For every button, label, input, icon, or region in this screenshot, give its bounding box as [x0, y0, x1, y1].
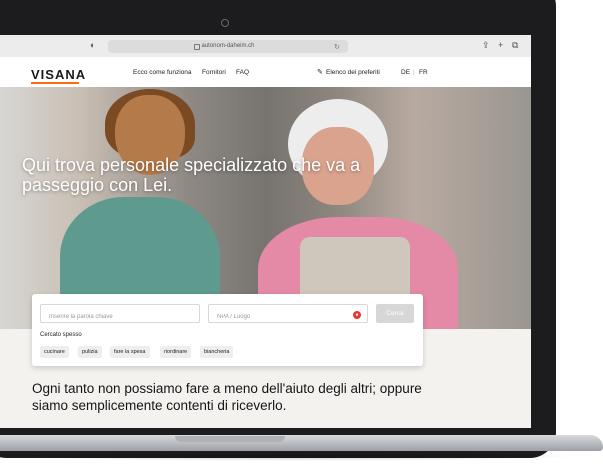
nav-link-how-it-works[interactable]: Ecco come funziona	[133, 69, 192, 76]
sidebar-icon[interactable]: ◐	[90, 40, 95, 50]
lang-divider: |	[413, 69, 415, 76]
lang-de[interactable]: DE	[401, 69, 410, 76]
tag-shopping[interactable]: fare la spesa	[110, 346, 150, 358]
nav-link-faq[interactable]: FAQ	[236, 69, 249, 76]
new-tab-icon[interactable]: +	[498, 40, 503, 50]
hero-image: Qui trova personale specializzato che va…	[0, 87, 531, 329]
keyword-field[interactable]	[40, 304, 200, 326]
locate-icon[interactable]: ●	[353, 311, 361, 319]
tag-tidying[interactable]: riordinare	[160, 346, 192, 358]
nav-link-providers[interactable]: Fornitori	[202, 69, 226, 76]
search-button[interactable]: Cerca	[376, 304, 414, 323]
logo-accent-bar	[31, 82, 79, 84]
tabs-icon[interactable]: ⧉	[512, 40, 518, 51]
search-card: ● Cerca Cercato spesso cucinare pulizia …	[32, 294, 423, 366]
share-icon[interactable]: ⇪	[482, 40, 490, 51]
browser-toolbar: ◐ autonom-daheim.ch ↻ ⇪ + ⧉	[0, 35, 531, 58]
heart-icon: ✎	[317, 69, 323, 76]
frequent-searches-label: Cercato spesso	[40, 332, 82, 338]
reload-icon[interactable]: ↻	[334, 43, 340, 51]
laptop-notch	[175, 436, 285, 442]
keyword-input[interactable]	[41, 308, 199, 326]
tag-laundry[interactable]: biancheria	[200, 346, 234, 358]
url-text: autonom-daheim.ch	[201, 43, 255, 49]
location-input[interactable]	[209, 308, 367, 326]
lang-fr[interactable]: FR	[419, 69, 428, 76]
address-bar[interactable]: autonom-daheim.ch ↻	[108, 40, 348, 53]
logo[interactable]: VISANA	[31, 67, 86, 82]
location-field[interactable]	[208, 304, 368, 326]
browser-window: ◐ autonom-daheim.ch ↻ ⇪ + ⧉ VISANA Ecco …	[0, 35, 531, 428]
laptop-base	[0, 435, 603, 451]
tag-cleaning[interactable]: pulizia	[78, 346, 102, 358]
camera-icon	[221, 19, 229, 27]
hero-title: Qui trova personale specializzato che va…	[22, 155, 361, 195]
intro-text: Ogni tanto non possiamo fare a meno dell…	[32, 381, 422, 413]
favorites-link[interactable]: Elenco dei preferiti	[326, 69, 380, 76]
tag-cooking[interactable]: cucinare	[40, 346, 69, 358]
laptop-shadow	[0, 451, 580, 461]
site-header: VISANA Ecco come funziona Fornitori FAQ …	[0, 57, 531, 87]
